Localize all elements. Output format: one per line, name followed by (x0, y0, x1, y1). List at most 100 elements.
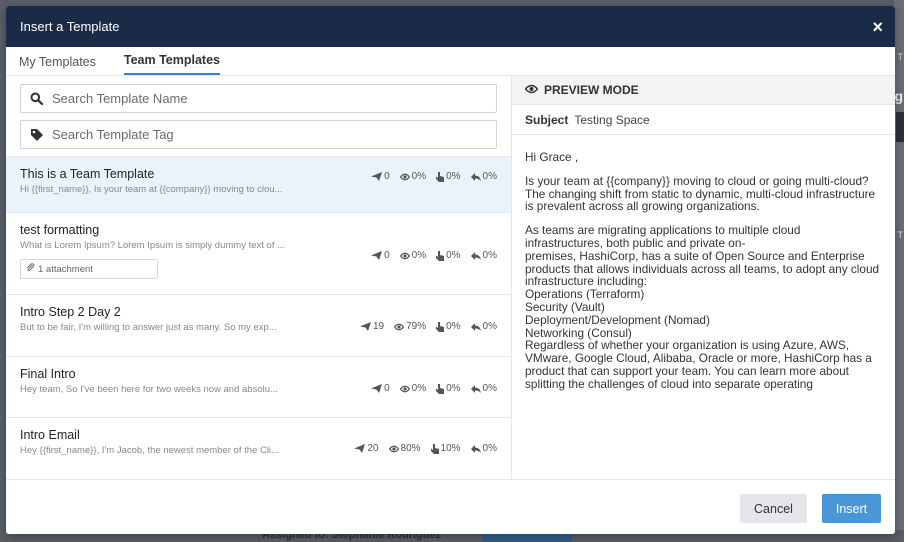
eye-icon (524, 83, 539, 97)
stat-clicked-value: 0% (446, 171, 461, 182)
close-icon[interactable]: × (872, 18, 883, 36)
pointer-icon (436, 171, 445, 182)
stat-opened-value: 80% (400, 443, 421, 454)
send-icon (371, 251, 383, 260)
preview-mode-label: PREVIEW MODE (544, 83, 639, 97)
stat-replied: 0% (470, 171, 497, 182)
template-row[interactable]: test formatting What is Lorem Ipsum? Lore… (6, 212, 511, 294)
subject-value: Testing Space (574, 112, 650, 127)
stat-sent: 20 (354, 443, 379, 454)
pointer-icon (436, 383, 445, 394)
stat-opened-value: 0% (411, 250, 427, 261)
search-name-box[interactable] (20, 84, 497, 113)
stat-clicked: 10% (430, 443, 461, 454)
template-stats: 20 80% 10% 0% (354, 443, 497, 454)
stat-clicked: 0% (436, 383, 461, 394)
background-dark-bar (896, 112, 904, 142)
stat-sent-value: 0 (384, 171, 390, 182)
preview-line: Deployment/Development (Nomad) (525, 312, 710, 327)
paperclip-icon (26, 263, 35, 275)
insert-button[interactable]: Insert (822, 494, 881, 523)
template-title: Final Intro (20, 367, 76, 381)
stat-opened: 79% (394, 321, 426, 332)
send-icon (354, 444, 366, 453)
preview-line: Security (Vault) (525, 299, 605, 314)
template-stats: 0 0% 0% 0% (371, 250, 497, 261)
search-icon (30, 92, 44, 106)
attachment-badge[interactable]: 1 attachment (20, 259, 158, 279)
template-preview-text: What is Lorem Ipsum? Lorem Ipsum is simp… (20, 240, 286, 251)
template-row[interactable]: Intro Email Hey {{first_name}}, I'm Jacob… (6, 417, 511, 473)
stat-clicked: 0% (436, 171, 461, 182)
tag-icon (30, 128, 44, 142)
template-row[interactable]: Intro Step 2 Day 2 But to be fair, I'm wi… (6, 294, 511, 356)
template-row[interactable]: Final Intro Hey team, So I've been here f… (6, 356, 511, 417)
preview-mode-header: PREVIEW MODE (512, 76, 895, 105)
template-preview-text: Hey {{first_name}}, I'm Jacob, the newes… (20, 445, 279, 456)
background-edge-letter: T (897, 52, 904, 62)
background-edge-letter: T (897, 230, 904, 240)
stat-sent: 19 (359, 321, 384, 332)
stat-sent: 0 (371, 250, 390, 261)
eye-icon (399, 252, 410, 260)
preview-line: Regardless of whether your organization … (525, 338, 872, 391)
stat-opened: 0% (399, 250, 427, 261)
pointer-icon (430, 443, 439, 454)
stat-replied-value: 0% (482, 171, 497, 182)
stat-clicked-value: 0% (446, 250, 461, 261)
preview-line: premises, HashiCorp, has a suite of Open… (525, 248, 880, 289)
tab-team-templates[interactable]: Team Templates (123, 53, 220, 75)
stat-replied: 0% (470, 443, 497, 454)
stat-clicked-value: 10% (440, 443, 461, 454)
modal-footer: Cancel Insert (6, 479, 895, 534)
reply-icon (470, 172, 481, 181)
search-tag-input[interactable] (52, 127, 496, 142)
search-name-input[interactable] (52, 91, 496, 106)
preview-paragraph: Is your team at {{company}} moving to cl… (525, 173, 876, 214)
stat-replied: 0% (470, 383, 497, 394)
pointer-icon (436, 250, 445, 261)
preview-body: Hi Grace , Is your team at {{company}} m… (512, 135, 895, 391)
cancel-button[interactable]: Cancel (740, 494, 807, 523)
stat-sent: 0 (371, 171, 390, 182)
stat-opened: 0% (399, 171, 427, 182)
stat-clicked: 0% (436, 321, 461, 332)
stat-opened-value: 0% (411, 383, 427, 394)
preview-greeting: Hi Grace , (525, 150, 579, 164)
stat-sent: 0 (371, 383, 390, 394)
modal-body: This is a Team TemplateHi {{first_name}}… (6, 76, 895, 479)
reply-icon (470, 322, 481, 331)
background-edge-letter: g (894, 88, 903, 104)
search-tag-box[interactable] (20, 120, 497, 149)
template-stats: 19 79% 0% 0% (359, 321, 497, 332)
eye-icon (399, 385, 410, 393)
template-preview-text: Hi {{first_name}}, Is your team at {{com… (20, 184, 283, 195)
stat-sent-value: 0 (384, 383, 390, 394)
send-icon (371, 384, 383, 393)
stat-replied: 0% (470, 321, 497, 332)
subject-label: Subject (525, 112, 569, 127)
template-title: test formatting (20, 223, 100, 237)
modal-header: Insert a Template × (6, 6, 895, 47)
stat-sent-value: 20 (367, 443, 379, 454)
stat-replied: 0% (470, 250, 497, 261)
search-area (6, 76, 511, 149)
stat-replied-value: 0% (482, 250, 497, 261)
stat-opened: 0% (399, 383, 427, 394)
template-stats: 0 0% 0% 0% (371, 383, 497, 394)
stat-clicked-value: 0% (446, 383, 461, 394)
stat-opened-value: 0% (411, 171, 427, 182)
template-preview-text: But to be fair, I'm willing to answer ju… (20, 322, 277, 333)
template-list-panel: This is a Team TemplateHi {{first_name}}… (6, 76, 512, 479)
template-tabs: My Templates Team Templates (6, 47, 895, 76)
tab-my-templates[interactable]: My Templates (19, 55, 96, 75)
template-title: Intro Email (20, 428, 80, 442)
modal-title: Insert a Template (20, 19, 120, 34)
stat-replied-value: 0% (482, 321, 497, 332)
template-stats: 0 0% 0% 0% (371, 171, 497, 182)
pointer-icon (436, 321, 445, 332)
preview-line: As teams are migrating applications to m… (525, 223, 801, 250)
subject-row: Subject Testing Space (512, 105, 895, 135)
template-row[interactable]: This is a Team Template Hi {{first_name}}… (6, 156, 511, 212)
eye-icon (399, 173, 410, 181)
